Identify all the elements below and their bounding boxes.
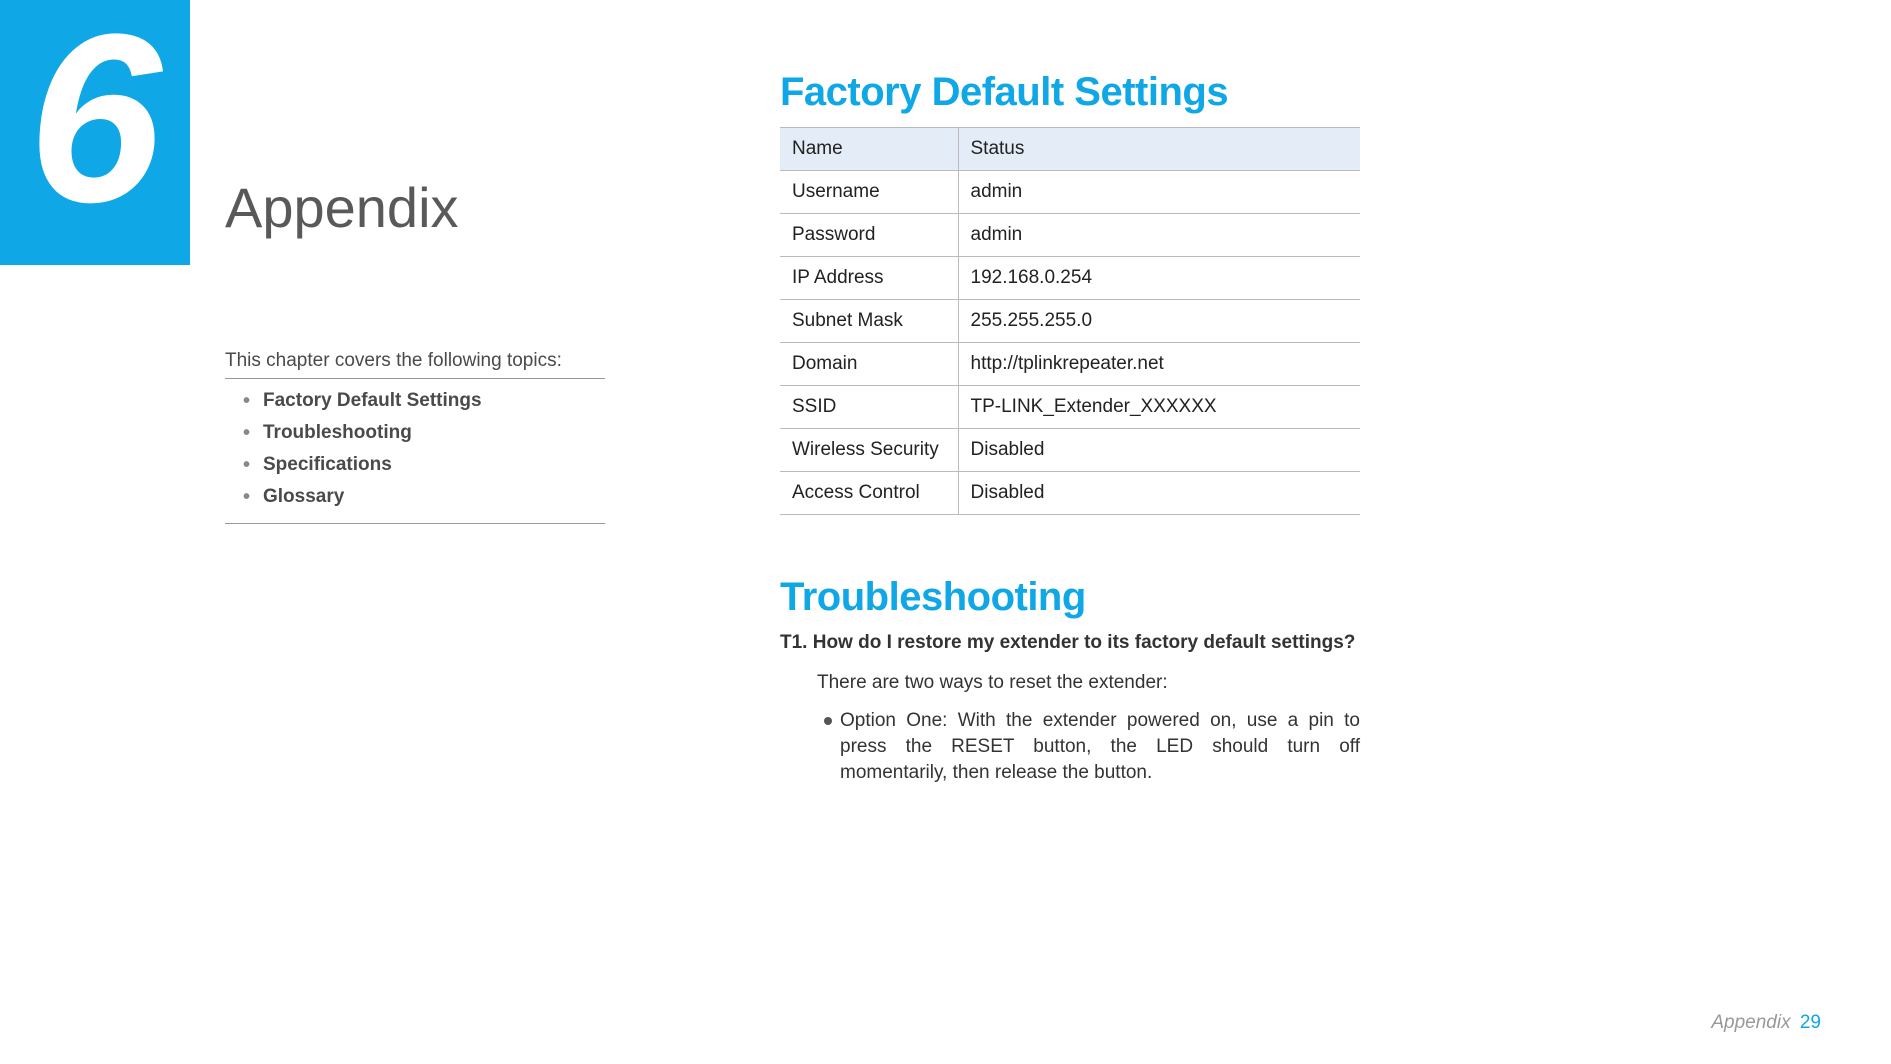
topic-item: Glossary bbox=[225, 481, 605, 513]
section-heading-troubleshooting: Troubleshooting bbox=[780, 575, 1360, 620]
cell-name: Username bbox=[780, 171, 958, 214]
option-item: Option One: With the extender powered on… bbox=[780, 708, 1360, 787]
table-row: Access ControlDisabled bbox=[780, 472, 1360, 515]
cell-status: http://tplinkrepeater.net bbox=[958, 343, 1360, 386]
factory-defaults-section: Factory Default Settings Name Status Use… bbox=[780, 70, 1360, 515]
topic-item: Factory Default Settings bbox=[225, 385, 605, 417]
table-row: IP Address192.168.0.254 bbox=[780, 257, 1360, 300]
topics-intro: This chapter covers the following topics… bbox=[225, 350, 605, 379]
cell-status: Disabled bbox=[958, 472, 1360, 515]
question-title: T1. How do I restore my extender to its … bbox=[780, 632, 1360, 654]
cell-status: Disabled bbox=[958, 429, 1360, 472]
troubleshooting-section: Troubleshooting T1. How do I restore my … bbox=[780, 575, 1360, 787]
cell-status: 255.255.255.0 bbox=[958, 300, 1360, 343]
footer-page-number: 29 bbox=[1800, 1012, 1821, 1033]
topics-list: Factory Default Settings Troubleshooting… bbox=[225, 379, 605, 524]
table-row: Domainhttp://tplinkrepeater.net bbox=[780, 343, 1360, 386]
col-name: Name bbox=[780, 128, 958, 171]
cell-name: Password bbox=[780, 214, 958, 257]
cell-name: SSID bbox=[780, 386, 958, 429]
table-row: Subnet Mask255.255.255.0 bbox=[780, 300, 1360, 343]
table-row: Passwordadmin bbox=[780, 214, 1360, 257]
cell-status: TP-LINK_Extender_XXXXXX bbox=[958, 386, 1360, 429]
cell-status: admin bbox=[958, 171, 1360, 214]
cell-name: Wireless Security bbox=[780, 429, 958, 472]
question-intro: There are two ways to reset the extender… bbox=[817, 672, 1360, 694]
col-status: Status bbox=[958, 128, 1360, 171]
cell-name: Access Control bbox=[780, 472, 958, 515]
topic-item: Troubleshooting bbox=[225, 417, 605, 449]
table-row: Wireless SecurityDisabled bbox=[780, 429, 1360, 472]
cell-name: Domain bbox=[780, 343, 958, 386]
topic-item: Specifications bbox=[225, 449, 605, 481]
cell-status: 192.168.0.254 bbox=[958, 257, 1360, 300]
section-heading-factory: Factory Default Settings bbox=[780, 70, 1360, 115]
table-header-row: Name Status bbox=[780, 128, 1360, 171]
cell-status: admin bbox=[958, 214, 1360, 257]
options-list: Option One: With the extender powered on… bbox=[780, 708, 1360, 787]
factory-settings-table: Name Status Usernameadmin Passwordadmin … bbox=[780, 127, 1360, 515]
table-row: SSIDTP-LINK_Extender_XXXXXX bbox=[780, 386, 1360, 429]
page-footer: Appendix 29 bbox=[1711, 1012, 1821, 1034]
chapter-number-badge: 6 bbox=[0, 0, 190, 265]
chapter-title: Appendix bbox=[225, 175, 459, 240]
cell-name: Subnet Mask bbox=[780, 300, 958, 343]
topics-section: This chapter covers the following topics… bbox=[225, 350, 605, 524]
footer-section: Appendix bbox=[1711, 1012, 1790, 1033]
cell-name: IP Address bbox=[780, 257, 958, 300]
table-row: Usernameadmin bbox=[780, 171, 1360, 214]
